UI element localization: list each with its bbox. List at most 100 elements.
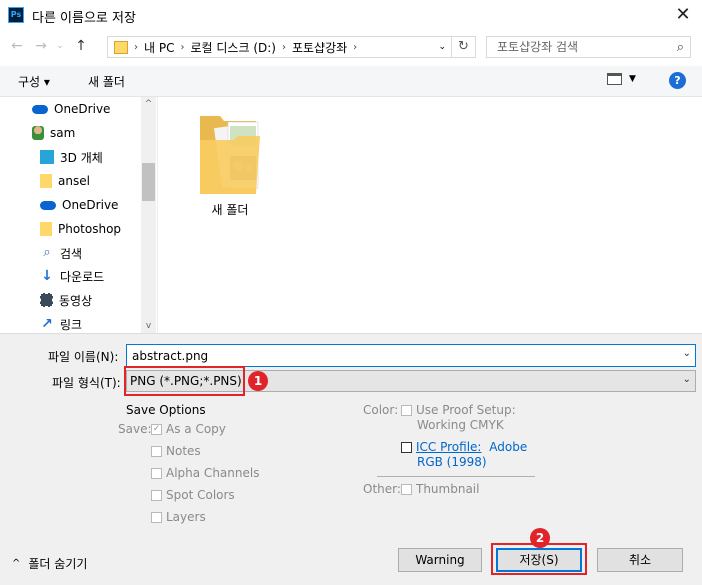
scroll-down-icon[interactable]: v bbox=[141, 321, 156, 331]
divider bbox=[377, 476, 535, 477]
forward-arrow-icon[interactable]: → bbox=[32, 38, 50, 54]
checkbox-icon[interactable] bbox=[401, 442, 412, 453]
option-icc-profile[interactable]: ICC Profile: Adobe bbox=[401, 440, 527, 454]
option-alpha-channels: Alpha Channels bbox=[151, 466, 259, 480]
hide-folders-label: 폴더 숨기기 bbox=[28, 557, 88, 571]
nav-item-label: 3D 개체 bbox=[60, 150, 103, 165]
option-use-proof-setup: Use Proof Setup: bbox=[401, 403, 516, 417]
nav-item-3d-objects[interactable]: 3D 개체 bbox=[40, 146, 103, 168]
folder-icon bbox=[114, 40, 128, 54]
nav-item-downloads[interactable]: ↓ 다운로드 bbox=[40, 265, 104, 287]
nav-item-onedrive[interactable]: OneDrive bbox=[32, 98, 110, 120]
save-button[interactable]: 저장(S) bbox=[496, 548, 582, 572]
nav-item-label: 검색 bbox=[60, 246, 83, 261]
help-button[interactable]: ? bbox=[669, 72, 686, 89]
nav-item-label: OneDrive bbox=[54, 102, 111, 116]
icc-profile-link[interactable]: ICC Profile: bbox=[416, 440, 481, 454]
chevron-down-icon: ▼ bbox=[629, 74, 636, 84]
folder-icon bbox=[40, 222, 52, 236]
breadcrumb-separator-icon: › bbox=[353, 41, 358, 53]
checkbox-icon bbox=[151, 512, 162, 523]
organize-button[interactable]: 구성 ▾ bbox=[18, 73, 50, 90]
address-bar[interactable]: › 내 PC › 로컬 디스크 (D:) › 포토샵강좌 › ⌄ bbox=[107, 36, 452, 58]
filetype-value: PNG (*.PNG;*.PNS) bbox=[130, 374, 242, 388]
address-dropdown-icon[interactable]: ⌄ bbox=[438, 42, 446, 52]
change-view-button[interactable]: ▼ bbox=[607, 73, 637, 85]
back-arrow-icon[interactable]: ← bbox=[8, 38, 26, 54]
search-input[interactable] bbox=[495, 39, 669, 55]
nav-item-links[interactable]: ↗ 링크 bbox=[40, 313, 82, 335]
icc-profile-value-2: RGB (1998) bbox=[417, 455, 487, 469]
breadcrumb-item[interactable]: 내 PC bbox=[144, 39, 174, 56]
download-icon: ↓ bbox=[41, 268, 53, 284]
step-badge-1: 1 bbox=[248, 371, 268, 391]
search-icon: ⌕ bbox=[676, 39, 684, 55]
checkbox-checked-icon: ✓ bbox=[151, 424, 162, 435]
breadcrumb-separator-icon: › bbox=[180, 41, 185, 53]
3d-objects-icon bbox=[40, 150, 54, 164]
chevron-down-icon[interactable]: ⌄ bbox=[683, 348, 691, 359]
video-icon bbox=[40, 293, 53, 307]
up-arrow-icon[interactable]: ↑ bbox=[72, 38, 90, 54]
icc-profile-value: Adobe bbox=[489, 440, 528, 454]
nav-item-search[interactable]: ⌕ 검색 bbox=[40, 242, 82, 264]
nav-item-label: 동영상 bbox=[59, 293, 93, 308]
option-as-a-copy: ✓ As a Copy bbox=[151, 422, 226, 436]
option-layers: Layers bbox=[151, 510, 206, 524]
filename-input[interactable] bbox=[130, 348, 674, 364]
nav-item-onedrive-2[interactable]: OneDrive bbox=[40, 194, 118, 216]
link-icon: ↗ bbox=[41, 316, 53, 332]
new-folder-button[interactable]: 새 폴더 bbox=[88, 73, 125, 90]
file-item-label: 새 폴더 bbox=[211, 203, 249, 217]
option-label: As a Copy bbox=[166, 422, 226, 436]
option-label: Alpha Channels bbox=[166, 466, 260, 480]
checkbox-icon bbox=[401, 484, 412, 495]
option-label: Layers bbox=[166, 510, 206, 524]
search-box[interactable]: ⌕ bbox=[486, 36, 691, 58]
option-label: Spot Colors bbox=[166, 488, 235, 502]
hide-folders-toggle[interactable]: ^ 폴더 숨기기 bbox=[12, 555, 87, 572]
photoshop-app-icon: Ps bbox=[8, 7, 24, 23]
option-label: Use Proof Setup: bbox=[416, 403, 516, 417]
recent-locations-chevron-icon[interactable]: ⌄ bbox=[54, 41, 66, 51]
cancel-button[interactable]: 취소 bbox=[597, 548, 683, 572]
filename-label: 파일 이름(N): bbox=[48, 350, 119, 364]
refresh-icon[interactable]: ↻ bbox=[452, 36, 476, 58]
checkbox-icon bbox=[151, 490, 162, 501]
checkbox-icon bbox=[151, 468, 162, 479]
nav-buttons: ← → ⌄ ↑ bbox=[8, 38, 90, 54]
filetype-label: 파일 형식(T): bbox=[52, 376, 121, 390]
other-label: Other: bbox=[363, 482, 401, 496]
search-icon: ⌕ bbox=[43, 245, 51, 260]
folder-icon bbox=[40, 174, 52, 188]
save-options-title: Save Options bbox=[126, 403, 206, 417]
close-button[interactable]: ✕ bbox=[664, 0, 702, 31]
nav-item-ansel[interactable]: ansel bbox=[40, 170, 90, 192]
nav-item-label: 링크 bbox=[60, 317, 83, 332]
cloud-icon bbox=[32, 104, 48, 114]
file-item-folder[interactable]: 새 폴더 bbox=[190, 112, 270, 218]
window-title: 다른 이름으로 저장 bbox=[32, 11, 136, 26]
nav-item-photoshop[interactable]: Photoshop bbox=[40, 218, 121, 240]
option-notes: Notes bbox=[151, 444, 201, 458]
cloud-icon bbox=[40, 200, 56, 210]
nav-item-videos[interactable]: 동영상 bbox=[40, 289, 92, 311]
scroll-up-icon[interactable]: ^ bbox=[141, 99, 156, 109]
nav-item-label: 다운로드 bbox=[60, 269, 105, 284]
proof-setup-value: Working CMYK bbox=[417, 418, 504, 432]
filename-combobox[interactable]: ⌄ bbox=[126, 344, 696, 367]
checkbox-icon bbox=[151, 446, 162, 457]
option-spot-colors: Spot Colors bbox=[151, 488, 235, 502]
folder-thumbnail-icon bbox=[200, 116, 260, 194]
nav-item-sam[interactable]: sam bbox=[32, 122, 75, 144]
nav-scrollbar[interactable]: ^ v bbox=[141, 97, 156, 333]
breadcrumb-item[interactable]: 포토샵강좌 bbox=[292, 39, 347, 56]
nav-item-label: ansel bbox=[58, 174, 90, 188]
option-label: Thumbnail bbox=[416, 482, 480, 496]
checkbox-icon bbox=[401, 405, 412, 416]
view-icon bbox=[607, 73, 622, 85]
warning-button[interactable]: Warning bbox=[398, 548, 482, 572]
scrollbar-thumb[interactable] bbox=[142, 163, 155, 201]
nav-item-label: sam bbox=[50, 126, 76, 140]
breadcrumb-item[interactable]: 로컬 디스크 (D:) bbox=[190, 39, 275, 56]
